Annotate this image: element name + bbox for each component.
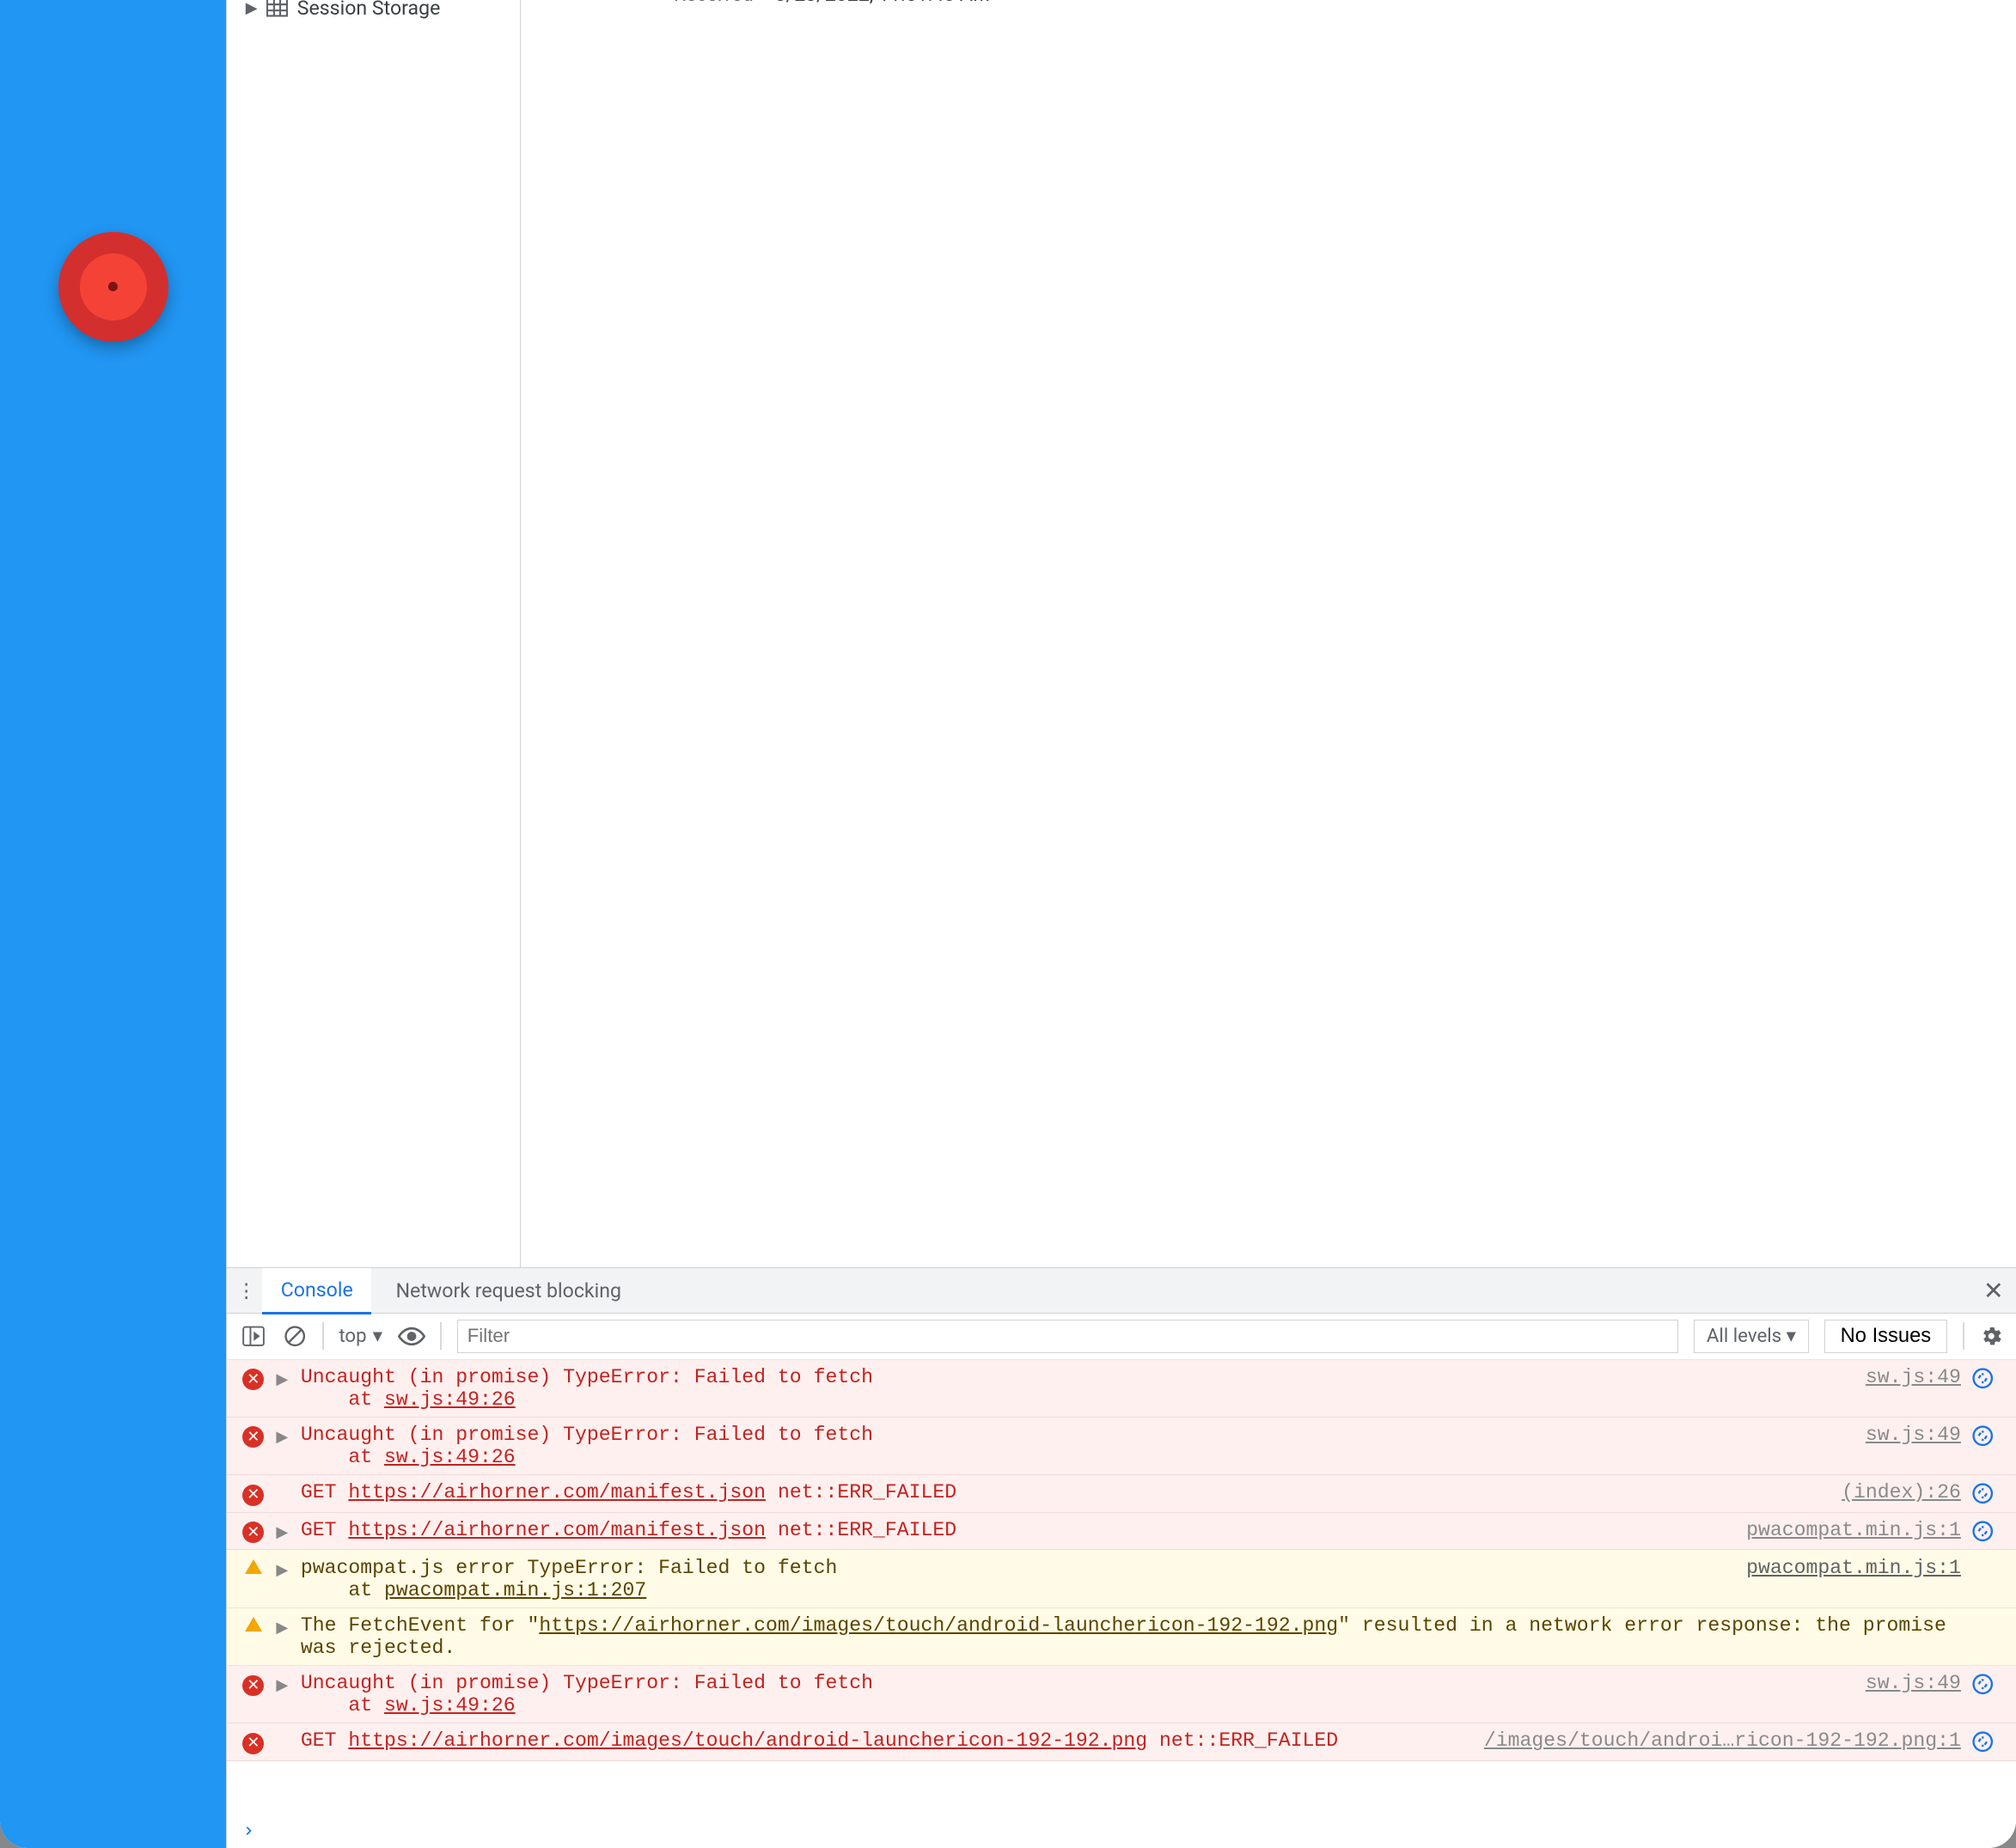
airhorn-button[interactable] bbox=[58, 232, 168, 342]
console-row[interactable]: ▶ The FetchEvent for "https://airhorner.c… bbox=[227, 1608, 2016, 1666]
log-levels-selector[interactable]: All levels ▾ bbox=[1694, 1320, 1809, 1353]
source-link[interactable]: pwacompat.min.js:1 bbox=[1731, 1557, 1961, 1579]
devtools-drawer: ⋮ Console Network request blocking ✕ top… bbox=[227, 1267, 2016, 1848]
console-row[interactable]: ✕ ▶ Uncaught (in promise) TypeError: Faile… bbox=[227, 1666, 2016, 1723]
console-message: Uncaught (in promise) TypeError: Failed … bbox=[301, 1366, 1842, 1411]
console-message: The FetchEvent for "https://airhorner.co… bbox=[301, 1614, 1961, 1659]
navigation-icon[interactable] bbox=[1970, 1481, 2001, 1505]
console-row[interactable]: ✕ ▶ Uncaught (in promise) TypeError: Faile… bbox=[227, 1360, 2016, 1418]
console-prompt[interactable]: › bbox=[227, 1814, 2016, 1848]
received-timestamp: 8/23/2022, 11:51:40 AM bbox=[775, 0, 991, 6]
disclosure-triangle-icon[interactable]: ▶ bbox=[276, 1424, 291, 1447]
console-output: ✕ ▶ Uncaught (in promise) TypeError: Faile… bbox=[227, 1360, 2016, 1814]
grid-icon bbox=[266, 0, 288, 17]
source-link[interactable]: sw.js:49 bbox=[1850, 1366, 1961, 1388]
source-link[interactable]: sw.js:49 bbox=[1850, 1672, 1961, 1694]
navigation-icon[interactable] bbox=[1970, 1729, 2001, 1753]
disclosure-triangle-icon[interactable] bbox=[276, 1481, 291, 1485]
issues-button[interactable]: No Issues bbox=[1824, 1320, 1947, 1353]
drawer-more-icon[interactable]: ⋮ bbox=[236, 1279, 256, 1302]
live-expression-icon[interactable] bbox=[398, 1326, 425, 1347]
drawer-tab-network-blocking[interactable]: Network request blocking bbox=[377, 1268, 639, 1313]
error-icon: ✕ bbox=[240, 1424, 267, 1448]
console-message: Uncaught (in promise) TypeError: Failed … bbox=[301, 1672, 1842, 1717]
drawer-tab-console[interactable]: Console bbox=[262, 1268, 371, 1314]
page-viewport bbox=[0, 0, 226, 1848]
label-received: Received bbox=[546, 0, 775, 6]
console-toolbar: top ▾ All levels ▾ No Issues bbox=[227, 1314, 2016, 1359]
disclosure-triangle-icon[interactable]: ▶ bbox=[276, 1519, 291, 1542]
source-link[interactable]: /images/touch/androi…ricon-192-192.png:1 bbox=[1469, 1729, 1961, 1752]
error-icon: ✕ bbox=[240, 1519, 267, 1543]
disclosure-triangle-icon[interactable]: ▶ bbox=[246, 0, 258, 17]
console-row[interactable]: ▶ pwacompat.js error TypeError: Failed to… bbox=[227, 1550, 2016, 1607]
application-sidebar: Application Manifest Service Workers Sto… bbox=[227, 0, 521, 1267]
sidebar-toggle-icon[interactable] bbox=[240, 1324, 267, 1348]
navigation-icon[interactable] bbox=[1970, 1366, 2001, 1390]
console-message: GET https://airhorner.com/images/touch/a… bbox=[301, 1729, 1460, 1752]
navigation-icon[interactable] bbox=[1970, 1424, 2001, 1448]
source-link[interactable]: (index):26 bbox=[1826, 1481, 1961, 1503]
disclosure-triangle-icon[interactable]: ▶ bbox=[276, 1366, 291, 1389]
sidebar-item-session-storage[interactable]: ▶ Session Storage bbox=[227, 0, 520, 26]
close-drawer-icon[interactable]: ✕ bbox=[1983, 1277, 2016, 1305]
browser-window: The Air Horner ✕ + ⌄ ← → ⟳ 🔒 airhorner.c… bbox=[0, 0, 2016, 1848]
warning-icon bbox=[240, 1557, 267, 1575]
console-row[interactable]: ✕ ▶ GET https://airhorner.com/manifest.jso… bbox=[227, 1513, 2016, 1551]
service-workers-panel: Service Workers Offline Update on reload… bbox=[521, 0, 2016, 1267]
disclosure-triangle-icon[interactable]: ▶ bbox=[276, 1557, 291, 1580]
clear-console-icon[interactable] bbox=[283, 1324, 307, 1348]
console-row[interactable]: ✕ GET https://airhorner.com/manifest.json… bbox=[227, 1475, 2016, 1513]
disclosure-triangle-icon[interactable] bbox=[276, 1729, 291, 1734]
error-icon: ✕ bbox=[240, 1672, 267, 1696]
console-message: Uncaught (in promise) TypeError: Failed … bbox=[301, 1424, 1842, 1468]
disclosure-triangle-icon[interactable]: ▶ bbox=[276, 1672, 291, 1695]
context-selector[interactable]: top ▾ bbox=[339, 1325, 382, 1347]
console-message: GET https://airhorner.com/manifest.json … bbox=[301, 1481, 1817, 1503]
source-link[interactable]: sw.js:49 bbox=[1850, 1424, 1961, 1446]
navigation-icon[interactable] bbox=[1970, 1672, 2001, 1696]
error-icon: ✕ bbox=[240, 1366, 267, 1390]
console-settings-icon[interactable] bbox=[1979, 1324, 2003, 1348]
navigation-icon[interactable] bbox=[1970, 1519, 2001, 1543]
console-row[interactable]: ✕ GET https://airhorner.com/images/touch/… bbox=[227, 1723, 2016, 1761]
console-filter-input[interactable] bbox=[457, 1320, 1678, 1353]
source-link[interactable]: pwacompat.min.js:1 bbox=[1731, 1519, 1961, 1541]
devtools: Elements Sources Application ▲Network Co… bbox=[226, 0, 2016, 1848]
warning-icon bbox=[240, 1614, 267, 1632]
error-icon: ✕ bbox=[240, 1481, 267, 1505]
error-icon: ✕ bbox=[240, 1729, 267, 1753]
console-message: GET https://airhorner.com/manifest.json … bbox=[301, 1519, 1722, 1541]
disclosure-triangle-icon[interactable]: ▶ bbox=[276, 1614, 291, 1638]
console-message: pwacompat.js error TypeError: Failed to … bbox=[301, 1557, 1722, 1601]
console-row[interactable]: ✕ ▶ Uncaught (in promise) TypeError: Faile… bbox=[227, 1418, 2016, 1475]
